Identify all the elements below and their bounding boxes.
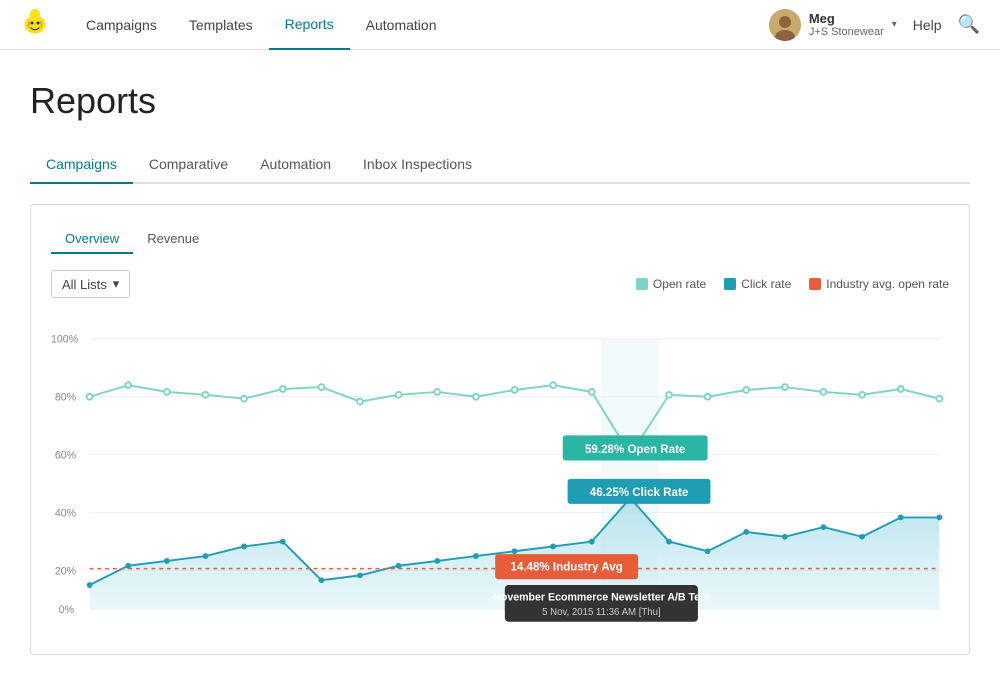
inner-tabs: Overview Revenue (51, 225, 949, 254)
tab-campaigns[interactable]: Campaigns (30, 146, 133, 184)
svg-text:60%: 60% (55, 450, 77, 462)
top-nav: Campaigns Templates Reports Automation M… (0, 0, 1000, 50)
nav-right: Meg J+S Stonewear ▾ Help 🔍 (769, 9, 980, 41)
svg-text:40%: 40% (55, 507, 77, 519)
chart-controls: All Lists ▾ Open rate Click rate Industr… (51, 270, 949, 298)
chart-svg: 100% 80% 60% 40% 20% 0% (51, 314, 949, 634)
svg-text:5 Nov, 2015 11:36 AM [Thu]: 5 Nov, 2015 11:36 AM [Thu] (542, 607, 661, 618)
nav-user-info: Meg J+S Stonewear (809, 11, 884, 38)
inner-tab-overview[interactable]: Overview (51, 225, 133, 254)
legend-dot-open (636, 278, 648, 290)
svg-text:20%: 20% (55, 565, 77, 577)
search-icon[interactable]: 🔍 (958, 14, 980, 35)
nav-links: Campaigns Templates Reports Automation (70, 0, 769, 50)
all-lists-dropdown[interactable]: All Lists ▾ (51, 270, 130, 298)
inner-tab-revenue[interactable]: Revenue (133, 225, 213, 254)
legend-click-rate: Click rate (724, 277, 791, 291)
svg-text:59.28% Open Rate: 59.28% Open Rate (585, 444, 686, 456)
chart-legend: Open rate Click rate Industry avg. open … (636, 277, 949, 291)
main-tabs: Campaigns Comparative Automation Inbox I… (30, 146, 970, 184)
nav-user-company: J+S Stonewear (809, 26, 884, 38)
svg-text:46.25% Click Rate: 46.25% Click Rate (590, 487, 689, 499)
legend-dot-industry (809, 278, 821, 290)
tab-automation[interactable]: Automation (244, 146, 347, 184)
svg-text:100%: 100% (51, 334, 79, 346)
chevron-down-icon: ▾ (113, 276, 120, 292)
svg-text:0%: 0% (59, 604, 75, 616)
nav-logo (20, 8, 50, 41)
legend-label-open: Open rate (653, 277, 706, 291)
chevron-down-icon: ▾ (892, 19, 897, 30)
page-title: Reports (30, 80, 970, 122)
nav-automation[interactable]: Automation (350, 0, 453, 50)
svg-text:14.48% Industry Avg: 14.48% Industry Avg (510, 562, 622, 574)
tab-inbox-inspections[interactable]: Inbox Inspections (347, 146, 488, 184)
nav-user-name: Meg (809, 11, 884, 26)
avatar (769, 9, 801, 41)
reports-card: Overview Revenue All Lists ▾ Open rate C… (30, 204, 970, 655)
dropdown-label: All Lists (62, 277, 107, 292)
legend-dot-click (724, 278, 736, 290)
nav-user[interactable]: Meg J+S Stonewear ▾ (769, 9, 897, 41)
page-content: Reports Campaigns Comparative Automation… (0, 50, 1000, 675)
svg-text:80%: 80% (55, 392, 77, 404)
svg-text:November Ecommerce Newsletter: November Ecommerce Newsletter A/B Test (493, 591, 710, 603)
legend-label-industry: Industry avg. open rate (826, 277, 949, 291)
legend-industry-avg: Industry avg. open rate (809, 277, 949, 291)
nav-campaigns[interactable]: Campaigns (70, 0, 173, 50)
chart-area: 100% 80% 60% 40% 20% 0% (51, 314, 949, 634)
tab-comparative[interactable]: Comparative (133, 146, 244, 184)
nav-reports[interactable]: Reports (269, 0, 350, 50)
nav-templates[interactable]: Templates (173, 0, 269, 50)
nav-help[interactable]: Help (913, 17, 942, 33)
legend-label-click: Click rate (741, 277, 791, 291)
legend-open-rate: Open rate (636, 277, 706, 291)
